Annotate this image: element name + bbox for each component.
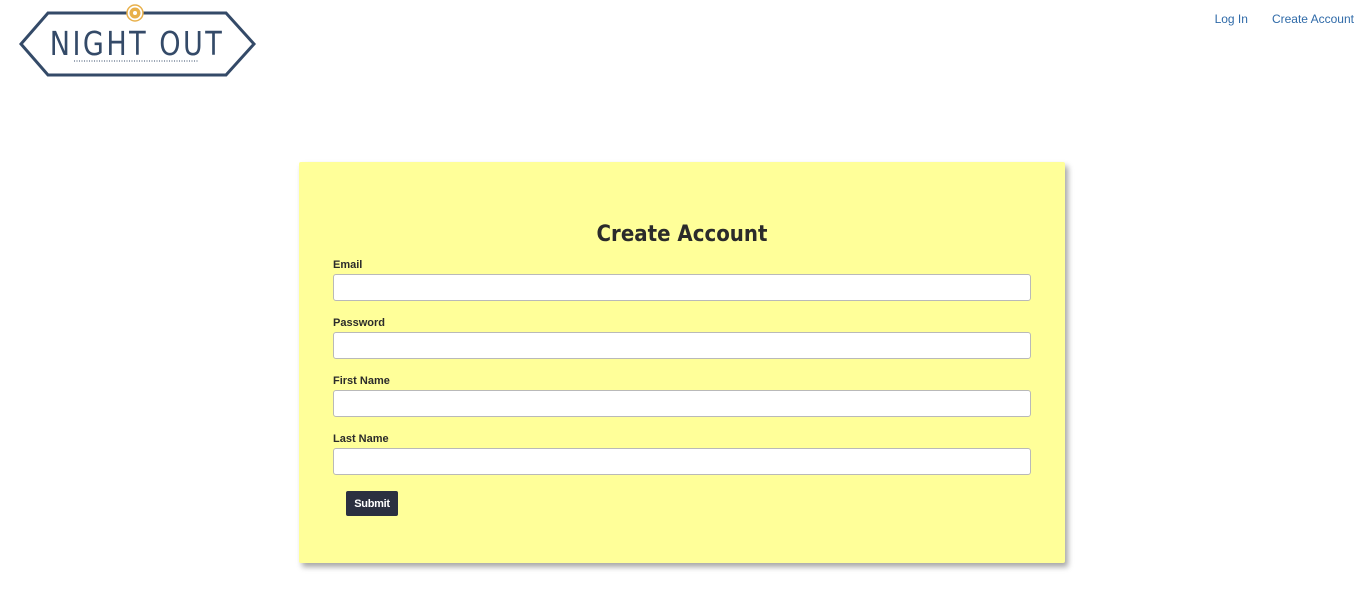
last-name-label: Last Name xyxy=(333,433,389,445)
password-label: Password xyxy=(333,317,385,329)
first-name-input[interactable] xyxy=(333,390,1031,417)
logo-wordmark: NIGHT OUT xyxy=(49,24,225,63)
password-field-group: Password xyxy=(333,316,1031,359)
create-account-card: Create Account Email Password First Name… xyxy=(299,162,1065,563)
site-header: NIGHT OUT Log In Create Account xyxy=(0,0,1365,80)
email-label: Email xyxy=(333,259,363,271)
first-name-label: First Name xyxy=(333,375,390,387)
create-account-link[interactable]: Create Account xyxy=(1272,12,1354,26)
form-title: Create Account xyxy=(596,222,768,247)
login-link[interactable]: Log In xyxy=(1215,12,1248,26)
submit-button[interactable]: Submit xyxy=(346,491,398,516)
last-name-input[interactable] xyxy=(333,448,1031,475)
sun-icon xyxy=(126,4,144,22)
email-field-group: Email xyxy=(333,258,1031,301)
email-input[interactable] xyxy=(333,274,1031,301)
first-name-field-group: First Name xyxy=(333,374,1031,417)
top-nav: Log In Create Account xyxy=(1215,12,1354,26)
night-out-logo[interactable]: NIGHT OUT xyxy=(18,4,256,78)
last-name-field-group: Last Name xyxy=(333,432,1031,475)
password-input[interactable] xyxy=(333,332,1031,359)
